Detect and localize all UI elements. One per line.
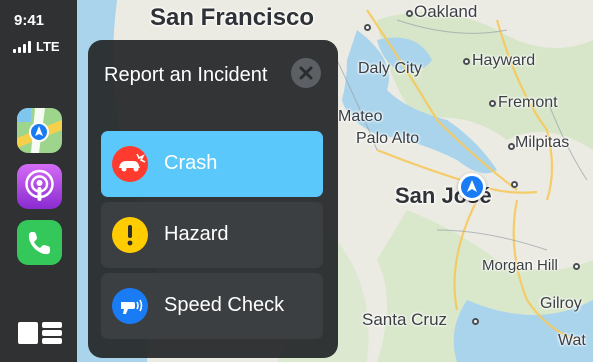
podcasts-app-button[interactable] xyxy=(17,164,62,209)
city-label-fremont: Fremont xyxy=(498,94,558,111)
hazard-label: Hazard xyxy=(164,223,229,245)
city-label-oakland: Oakland xyxy=(414,2,478,21)
hazard-icon xyxy=(112,217,148,253)
close-button[interactable] xyxy=(291,58,321,88)
panel-title: Report an Incident xyxy=(104,64,268,86)
city-label-gilroy: Gilroy xyxy=(540,295,582,312)
maps-app-button[interactable] xyxy=(17,108,62,153)
cellular-signal: LTE xyxy=(13,39,60,54)
dashboard-icon xyxy=(18,322,62,344)
city-dot-milpitas xyxy=(508,143,515,150)
city-label-santa-cruz: Santa Cruz xyxy=(362,310,448,329)
speed-check-label: Speed Check xyxy=(164,294,285,316)
city-label-palo-alto: Palo Alto xyxy=(356,130,420,147)
speed-check-icon xyxy=(112,288,148,324)
city-label-san-francisco: San Francisco xyxy=(150,4,315,31)
crash-option[interactable]: Crash xyxy=(101,131,323,197)
sidebar: 9:41 LTE xyxy=(0,0,77,362)
crash-icon xyxy=(112,146,148,182)
city-dot-morgan-hill xyxy=(573,263,580,270)
signal-bar-icon xyxy=(23,44,26,53)
city-label-wat: Wat xyxy=(558,332,586,349)
signal-bar-icon xyxy=(18,47,21,53)
crash-label: Crash xyxy=(164,152,218,174)
current-location-icon[interactable] xyxy=(458,173,486,201)
city-label-morgan-hill: Morgan Hill xyxy=(482,257,558,274)
podcasts-icon xyxy=(17,164,62,209)
carplay-screen: San Francisco Oakland Daly City Hayward … xyxy=(0,0,593,362)
city-label-mateo: Mateo xyxy=(338,108,383,125)
dashboard-button[interactable] xyxy=(18,320,62,346)
signal-bar-icon xyxy=(28,41,31,53)
phone-app-button[interactable] xyxy=(17,220,62,265)
hazard-option[interactable]: Hazard xyxy=(101,202,323,268)
phone-icon xyxy=(17,220,62,265)
signal-bar-icon xyxy=(13,49,16,53)
city-dot-santa-cruz xyxy=(472,318,479,325)
status-time: 9:41 xyxy=(14,12,45,29)
city-dot-hayward xyxy=(463,58,470,65)
city-dot-oakland xyxy=(406,10,413,17)
city-label-hayward: Hayward xyxy=(472,52,536,69)
close-icon xyxy=(299,66,313,80)
city-label-daly-city: Daly City xyxy=(358,60,423,77)
city-dot-fremont xyxy=(489,100,496,107)
city-label-milpitas: Milpitas xyxy=(515,134,570,151)
city-dot-san-francisco xyxy=(364,24,371,31)
network-type: LTE xyxy=(36,39,60,54)
city-dot-san-jose xyxy=(511,181,518,188)
speed-check-option[interactable]: Speed Check xyxy=(101,273,323,339)
maps-icon xyxy=(17,108,62,153)
report-incident-panel: Report an Incident Crash Hazard Speed Ch… xyxy=(88,40,338,358)
